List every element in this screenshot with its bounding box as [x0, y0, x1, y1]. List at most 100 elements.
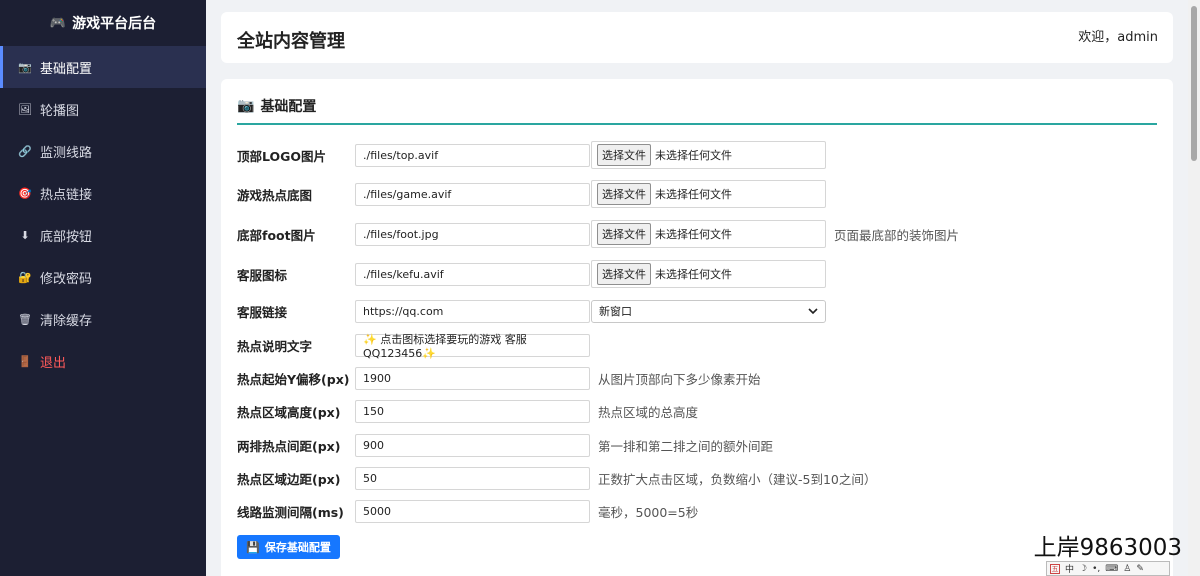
chevron-down-icon: [808, 308, 818, 315]
sidebar-item-hot-links[interactable]: 🎯 热点链接: [0, 172, 206, 214]
field-hint: 正数扩大点击区域，负数缩小（建议-5到10之间）: [598, 471, 877, 487]
field-hint: 页面最底部的装饰图片: [834, 227, 960, 243]
field-label: 热点说明文字: [237, 338, 313, 354]
camera-icon: 📷: [18, 60, 32, 74]
sidebar-item-label: 基础配置: [40, 61, 93, 77]
row-gap-input[interactable]: 900: [355, 433, 590, 457]
hot-y-input[interactable]: 1900: [355, 366, 590, 390]
field-kefu-icon: 客服图标 ./files/kefu.avif 选择文件 未选择任何文件: [237, 260, 826, 288]
no-file-text: 未选择任何文件: [655, 149, 732, 162]
foot-img-file-picker[interactable]: 选择文件 未选择任何文件: [591, 220, 826, 248]
moon-icon[interactable]: ☽: [1079, 564, 1087, 574]
welcome-text: 欢迎，admin: [1078, 30, 1158, 45]
open-mode-select[interactable]: 新窗口: [591, 299, 826, 323]
field-label: 热点起始Y偏移(px): [237, 371, 350, 387]
field-hint: 从图片顶部向下多少像素开始: [598, 371, 761, 387]
brand: 🎮 游戏平台后台: [0, 0, 206, 46]
field-hot-y: 热点起始Y偏移(px) 1900 从图片顶部向下多少像素开始: [237, 365, 761, 391]
user-icon[interactable]: ♙: [1123, 564, 1131, 574]
save-button-label: 保存基础配置: [264, 541, 331, 554]
wrench-icon[interactable]: ✎: [1136, 564, 1144, 574]
section-divider: [237, 123, 1157, 125]
game-bg-input[interactable]: ./files/game.avif: [355, 182, 590, 206]
no-file-text: 未选择任何文件: [655, 188, 732, 201]
field-game-bg: 游戏热点底图 ./files/game.avif 选择文件 未选择任何文件: [237, 180, 826, 208]
no-file-text: 未选择任何文件: [655, 228, 732, 241]
field-label: 线路监测间隔(ms): [237, 504, 344, 520]
field-hint: 第一排和第二排之间的额外间距: [598, 438, 774, 454]
target-icon: 🎯: [18, 186, 32, 200]
ime-toolbar[interactable]: 五 中 ☽ •, ⌨ ♙ ✎: [1046, 561, 1170, 576]
top-logo-file-picker[interactable]: 选择文件 未选择任何文件: [591, 141, 826, 169]
save-basic-config-button[interactable]: 💾 保存基础配置: [237, 535, 340, 559]
no-file-text: 未选择任何文件: [655, 268, 732, 281]
watermark-text: 上岸9863003: [1033, 535, 1182, 561]
kefu-link-input[interactable]: https://qq.com: [355, 299, 590, 323]
foot-img-input[interactable]: ./files/foot.jpg: [355, 222, 590, 246]
field-hot-text: 热点说明文字 ✨ 点击图标选择要玩的游戏 客服QQ123456✨: [237, 332, 590, 360]
down-arrow-icon: ⬇: [20, 228, 30, 242]
field-label: 底部foot图片: [237, 227, 316, 243]
punctuation-icon[interactable]: •,: [1092, 564, 1100, 574]
keyboard-icon[interactable]: ⌨: [1105, 564, 1118, 574]
page-scrollbar[interactable]: [1188, 0, 1200, 576]
choose-file-button[interactable]: 选择文件: [597, 263, 651, 285]
ime-language[interactable]: 中: [1065, 562, 1074, 575]
field-label: 客服链接: [237, 304, 288, 320]
picture-icon: 🖼: [18, 102, 32, 116]
gamepad-icon: 🎮: [49, 15, 67, 31]
sidebar-item-label: 底部按钮: [40, 229, 93, 245]
field-foot-img: 底部foot图片 ./files/foot.jpg 选择文件 未选择任何文件 页…: [237, 220, 960, 248]
section-title: 📷 基础配置: [237, 96, 316, 116]
header-card: 全站内容管理 欢迎，admin: [221, 12, 1173, 63]
field-label: 顶部LOGO图片: [237, 148, 327, 164]
hot-text-input[interactable]: ✨ 点击图标选择要玩的游戏 客服QQ123456✨: [355, 333, 590, 360]
config-panel: 📷 基础配置 顶部LOGO图片 ./files/top.avif 选择文件 未选…: [221, 79, 1173, 576]
sidebar-item-logout[interactable]: 🚪 退出: [0, 340, 206, 382]
sidebar-item-label: 热点链接: [40, 187, 93, 203]
kefu-icon-input[interactable]: ./files/kefu.avif: [355, 262, 590, 286]
field-hot-height: 热点区域高度(px) 150 热点区域的总高度: [237, 398, 698, 424]
page-title: 全站内容管理: [237, 31, 345, 52]
hot-height-input[interactable]: 150: [355, 399, 590, 423]
link-icon: 🔗: [18, 144, 32, 158]
sidebar-item-change-password[interactable]: 🔐 修改密码: [0, 256, 206, 298]
top-logo-input[interactable]: ./files/top.avif: [355, 143, 590, 167]
choose-file-button[interactable]: 选择文件: [597, 144, 651, 166]
field-label: 两排热点间距(px): [237, 438, 341, 454]
kefu-icon-file-picker[interactable]: 选择文件 未选择任何文件: [591, 260, 826, 288]
sidebar-item-label: 监测线路: [40, 145, 93, 161]
sidebar: 🎮 游戏平台后台 📷 基础配置 🖼 轮播图 🔗 监测线路 🎯 热点链接 ⬇ 底部…: [0, 0, 206, 576]
scroll-thumb[interactable]: [1191, 6, 1197, 161]
floppy-disk-icon: 💾: [246, 540, 260, 554]
field-label: 热点区域边距(px): [237, 471, 341, 487]
sidebar-item-monitor-lines[interactable]: 🔗 监测线路: [0, 130, 206, 172]
sidebar-item-basic-config[interactable]: 📷 基础配置: [0, 46, 206, 88]
game-bg-file-picker[interactable]: 选择文件 未选择任何文件: [591, 180, 826, 208]
field-label: 热点区域高度(px): [237, 404, 341, 420]
sidebar-item-label: 轮播图: [40, 103, 80, 119]
section-title-label: 基础配置: [260, 99, 317, 115]
field-hot-margin: 热点区域边距(px) 50 正数扩大点击区域，负数缩小（建议-5到10之间）: [237, 465, 876, 491]
choose-file-button[interactable]: 选择文件: [597, 183, 651, 205]
door-icon: 🚪: [18, 354, 32, 368]
field-interval: 线路监测间隔(ms) 5000 毫秒，5000=5秒: [237, 498, 698, 524]
sidebar-item-label: 清除缓存: [40, 313, 93, 329]
camera-icon: 📷: [237, 98, 255, 114]
field-kefu-link: 客服链接 https://qq.com 新窗口: [237, 298, 826, 324]
field-hint: 毫秒，5000=5秒: [598, 504, 699, 520]
interval-input[interactable]: 5000: [355, 499, 590, 523]
trash-icon: 🗑: [18, 312, 32, 326]
select-value: 新窗口: [599, 305, 632, 318]
sidebar-item-carousel[interactable]: 🖼 轮播图: [0, 88, 206, 130]
field-label: 客服图标: [237, 267, 288, 283]
sidebar-item-clear-cache[interactable]: 🗑 清除缓存: [0, 298, 206, 340]
brand-title: 游戏平台后台: [72, 16, 157, 32]
field-label: 游戏热点底图: [237, 187, 313, 203]
sidebar-item-label: 修改密码: [40, 271, 93, 287]
ime-logo-icon: 五: [1050, 563, 1060, 574]
field-top-logo: 顶部LOGO图片 ./files/top.avif 选择文件 未选择任何文件: [237, 141, 826, 169]
sidebar-item-bottom-buttons[interactable]: ⬇ 底部按钮: [0, 214, 206, 256]
choose-file-button[interactable]: 选择文件: [597, 223, 651, 245]
hot-margin-input[interactable]: 50: [355, 466, 590, 490]
